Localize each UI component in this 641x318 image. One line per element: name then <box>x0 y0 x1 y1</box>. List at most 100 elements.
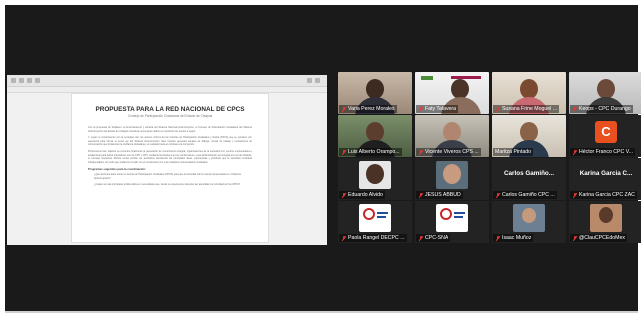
mic-muted-icon <box>341 106 346 112</box>
participant-tile[interactable]: Eduardo Alvido <box>338 158 412 200</box>
participant-name: Carlos Gamiño CPC ... <box>502 192 555 198</box>
participant-face <box>599 207 613 223</box>
participant-display-name: Carlos Gamiño... <box>503 170 555 177</box>
participant-tile[interactable]: Susana Frine Moguel ... <box>492 72 566 114</box>
logo-emblem <box>363 208 375 220</box>
mic-muted-icon <box>495 192 500 198</box>
participant-name-tag: JESUS ABBUD <box>416 191 463 199</box>
participant-name-tag: Keops - CPC Durango <box>570 105 633 113</box>
background-banner <box>451 76 481 79</box>
shared-screen[interactable]: PROPUESTA PARA LA RED NACIONAL DE CPCS C… <box>7 75 327 245</box>
mic-muted-icon <box>341 149 346 155</box>
participant-display-name: Karina Garcia C... <box>579 170 633 177</box>
logo-emblem <box>440 208 452 220</box>
document-page: PROPUESTA PARA LA RED NACIONAL DE CPCS C… <box>71 93 269 243</box>
participant-name: @ClauCPCEdoMex <box>579 235 625 241</box>
participant-name-tag: Isaac Muñoz <box>493 234 534 242</box>
participant-tile[interactable]: Keops - CPC Durango <box>569 72 641 114</box>
participant-name: Eduardo Alvido <box>348 192 383 198</box>
participant-name: Vicente Viveros CPS ... <box>425 149 479 155</box>
mic-muted-icon <box>418 235 423 241</box>
toolbar-icon <box>11 78 16 83</box>
document-section-heading: Programas sugeridos para la coordinación… <box>88 167 146 172</box>
participant-name: JESUS ABBUD <box>425 192 461 198</box>
toolbar-icon <box>27 78 32 83</box>
document-list-item: ¿Cuáles son las principales problemática… <box>94 182 241 186</box>
toolbar-icon <box>307 78 312 83</box>
participant-name: Paola Rangel DECPC ... <box>348 235 405 241</box>
participant-face <box>443 122 461 142</box>
participant-name-tag: Héctor Franco CPC V... <box>570 148 636 156</box>
participant-face <box>366 122 384 142</box>
meeting-window: PROPUESTA PARA LA RED NACIONAL DE CPCS C… <box>5 5 641 311</box>
logo-text-line <box>454 212 465 214</box>
participant-tile[interactable]: @ClauCPCEdoMex <box>569 201 641 243</box>
mic-muted-icon <box>572 192 577 198</box>
participant-tile[interactable]: Faty Talavera <box>415 72 489 114</box>
document-paragraph: Y, según el conocimiento con la sociedad… <box>88 136 252 147</box>
logo-text-line <box>454 216 463 218</box>
participant-name-tag: Susana Frine Moguel ... <box>493 105 560 113</box>
participant-tile[interactable]: C Héctor Franco CPC V... <box>569 115 641 157</box>
participant-name: Maritza Pintado <box>495 149 532 155</box>
participant-tile[interactable]: Varia Perez Morales <box>338 72 412 114</box>
document-title: PROPUESTA PARA LA RED NACIONAL DE CPCS <box>95 106 245 113</box>
participant-face <box>520 122 538 142</box>
participant-face <box>366 164 384 184</box>
organization-logo <box>436 204 468 232</box>
document-toolbar <box>7 75 327 87</box>
participant-name-tag: CPC-SNA <box>416 234 451 242</box>
participant-name: Keops - CPC Durango <box>579 106 631 112</box>
document-paragraph: Proponemos bien objetivo es encontrar fi… <box>88 149 252 164</box>
toolbar-icon <box>35 78 40 83</box>
toolbar-icon <box>19 78 24 83</box>
logo-text-line <box>377 216 386 218</box>
toolbar-icon <box>315 78 320 83</box>
document-subtitle: Consejo de Participación Ciudadana del E… <box>127 114 213 118</box>
mic-muted-icon <box>341 192 346 198</box>
participant-tile[interactable]: JESUS ABBUD <box>415 158 489 200</box>
document-list-item: ¿Qué acciones debe tomar un Comité de Pa… <box>94 173 241 180</box>
participant-name: Varia Perez Morales <box>348 106 395 112</box>
participant-name: Luis Alberto Orampo... <box>348 149 400 155</box>
mic-muted-icon <box>572 149 577 155</box>
participant-face <box>443 164 461 184</box>
participant-name: Faty Talavera <box>425 106 457 112</box>
participant-name-tag: Luis Alberto Orampo... <box>339 148 402 156</box>
participant-tile-active-speaker[interactable]: Maritza Pintado <box>492 115 566 157</box>
participant-tile[interactable]: Paola Rangel DECPC ... <box>338 201 412 243</box>
mic-muted-icon <box>572 235 577 241</box>
participant-name-tag: Maritza Pintado <box>493 148 534 156</box>
background-logo <box>421 76 433 80</box>
mic-muted-icon <box>418 106 423 112</box>
participant-name-tag: Paola Rangel DECPC ... <box>339 234 407 242</box>
participant-name: Susana Frine Moguel ... <box>502 106 558 112</box>
participant-name-tag: Faty Talavera <box>416 105 459 113</box>
participant-name: Héctor Franco CPC V... <box>579 149 634 155</box>
mic-muted-icon <box>495 106 500 112</box>
participant-face <box>520 79 538 99</box>
mic-muted-icon <box>572 106 577 112</box>
participant-name-tag: Varia Perez Morales <box>339 105 397 113</box>
participant-name-tag: @ClauCPCEdoMex <box>570 234 627 242</box>
participant-tile[interactable]: Karina Garcia C... Karina Garcia CPC ZAC <box>569 158 641 200</box>
participant-name-tag: Karina Garcia CPC ZAC <box>570 191 637 199</box>
participant-tile[interactable]: Vicente Viveros CPS ... <box>415 115 489 157</box>
participant-tile[interactable]: Luis Alberto Orampo... <box>338 115 412 157</box>
participant-name-tag: Vicente Viveros CPS ... <box>416 148 481 156</box>
document-paragraph: Con la propuesta de fortalecer el funcio… <box>88 126 252 133</box>
participant-tile[interactable]: CPC-SNA <box>415 201 489 243</box>
participant-face <box>451 79 469 99</box>
participant-face <box>522 208 536 223</box>
participant-name: Isaac Muñoz <box>502 235 532 241</box>
participant-tile[interactable]: Carlos Gamiño... Carlos Gamiño CPC ... <box>492 158 566 200</box>
mic-muted-icon <box>495 235 500 241</box>
mic-muted-icon <box>341 235 346 241</box>
participant-face <box>366 79 384 99</box>
participant-name: Karina Garcia CPC ZAC <box>579 192 635 198</box>
mic-muted-icon <box>418 149 423 155</box>
participant-face <box>597 79 615 99</box>
organization-logo <box>359 204 391 232</box>
participant-tile[interactable]: Isaac Muñoz <box>492 201 566 243</box>
mic-muted-icon <box>418 192 423 198</box>
